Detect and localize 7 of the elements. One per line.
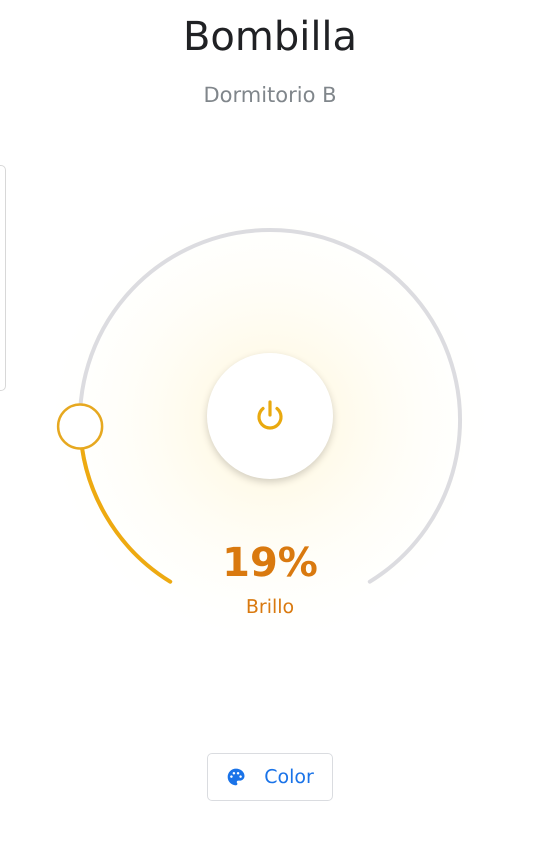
brightness-label: Brillo: [244, 595, 296, 619]
palette-icon: [226, 767, 246, 787]
device-title: Bombilla: [182, 13, 358, 62]
room-label: Dormitorio B: [202, 82, 338, 108]
color-button[interactable]: Color: [207, 753, 333, 801]
brightness-reading: 19%: [221, 539, 319, 587]
brightness-handle[interactable]: [56, 403, 104, 450]
